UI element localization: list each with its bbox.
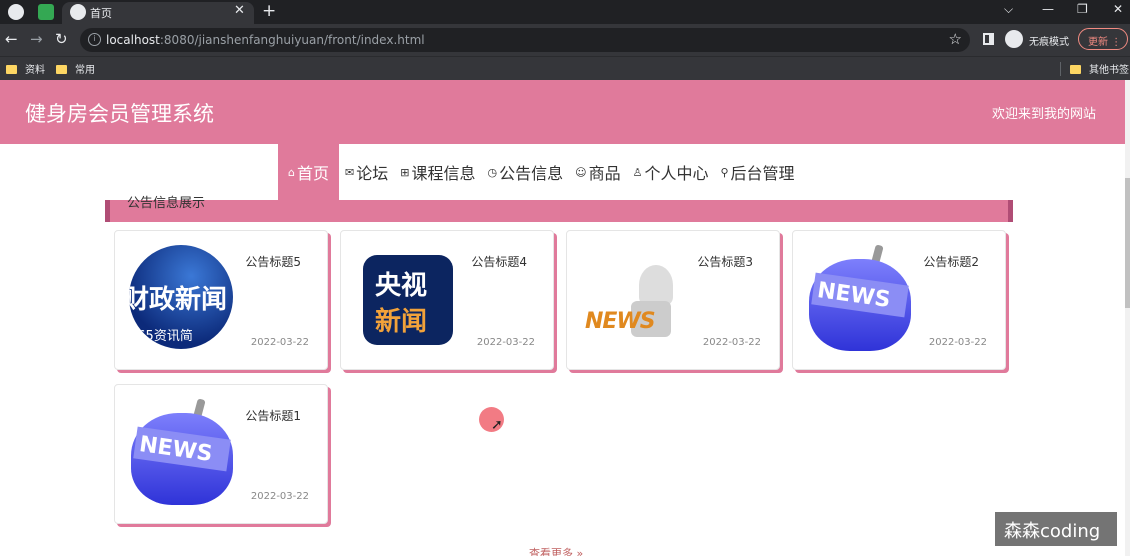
browser-tab-bar: 首页 ✕ + ⌵ — ❐ ✕: [0, 0, 1130, 24]
notice-title[interactable]: 公告标题1: [245, 407, 301, 424]
watermark: 森森coding: [995, 512, 1117, 546]
notice-date: 2022-03-22: [702, 337, 761, 348]
reload-icon[interactable]: ↻: [55, 30, 68, 48]
forward-arrow-icon[interactable]: →: [30, 30, 43, 48]
news-apple-image: NEWS: [807, 245, 911, 353]
page-viewport: 健身房会员管理系统 欢迎来到我的网站 ⌂ 首页 ✉ 论坛 ⊞ 课程信息 ◷ 公告信息 ☺…: [0, 80, 1130, 556]
sheets-tab-icon[interactable]: [38, 4, 54, 20]
nav-courses[interactable]: ⊞ 课程信息: [394, 144, 481, 200]
mouse-cursor-icon: ➚: [491, 417, 503, 433]
nav-goods[interactable]: ☺ 商品: [569, 144, 626, 200]
main-nav: ⌂ 首页 ✉ 论坛 ⊞ 课程信息 ◷ 公告信息 ☺ 商品 ♙ 个人中心 ⚲ 后台管理: [278, 144, 801, 200]
incognito-label: 无痕模式: [1029, 37, 1069, 48]
bookmark-folder-ziliao[interactable]: 资料: [6, 61, 45, 76]
notice-thumbnail[interactable]: NEWS: [129, 399, 235, 507]
smile-icon: ☺: [575, 165, 587, 179]
notice-title[interactable]: 公告标题4: [471, 253, 527, 270]
view-more-link[interactable]: 查看更多 »: [529, 545, 583, 556]
bookmarks-bar: 资料 常用 其他书签: [0, 56, 1130, 80]
notice-card[interactable]: 财政新闻 365资讯简 公告标题5 2022-03-22: [114, 230, 328, 370]
nav-home[interactable]: ⌂ 首页: [278, 144, 339, 200]
news-apple-image: NEWS: [129, 399, 233, 507]
notice-card[interactable]: NEWS 公告标题2 2022-03-22: [792, 230, 1006, 370]
tab-search-icon[interactable]: ⌵: [1004, 2, 1013, 17]
folder-icon: [6, 65, 17, 74]
other-bookmarks[interactable]: 其他书签: [1070, 61, 1129, 76]
home-icon: ⌂: [288, 165, 295, 179]
news-figure-image: NEWS: [581, 245, 687, 353]
nav-forum[interactable]: ✉ 论坛: [339, 144, 394, 200]
notice-title[interactable]: 公告标题5: [245, 253, 301, 270]
grid-icon: ⊞: [400, 165, 410, 179]
tab-title: 首页: [90, 7, 112, 20]
notice-thumbnail[interactable]: NEWS: [581, 245, 687, 353]
user-icon: ♙: [632, 165, 643, 179]
site-title: 健身房会员管理系统: [25, 102, 214, 126]
cctv-news-logo: 央视 新闻: [363, 255, 453, 345]
update-button[interactable]: 更新 ⋮: [1078, 28, 1128, 50]
scrollbar-thumb[interactable]: [1125, 178, 1130, 308]
url-text[interactable]: localhost:8080/jianshenfanghuiyuan/front…: [106, 33, 425, 47]
nav-admin[interactable]: ⚲ 后台管理: [714, 144, 800, 200]
tab-favicon-icon: [70, 4, 86, 20]
back-arrow-icon[interactable]: ←: [5, 30, 18, 48]
site-header: 健身房会员管理系统 欢迎来到我的网站: [0, 80, 1125, 144]
notice-date: 2022-03-22: [250, 491, 309, 502]
notice-date: 2022-03-22: [250, 337, 309, 348]
incognito-icon[interactable]: [1005, 30, 1023, 48]
notice-card[interactable]: 央视 新闻 公告标题4 2022-03-22: [340, 230, 554, 370]
minimize-button[interactable]: —: [1042, 2, 1054, 16]
section-header: 公告信息展示: [105, 196, 1013, 222]
link-icon: ⚲: [720, 165, 729, 179]
notice-thumbnail[interactable]: 财政新闻 365资讯简: [129, 245, 235, 353]
page-scrollbar[interactable]: [1125, 80, 1130, 556]
notice-title[interactable]: 公告标题3: [697, 253, 753, 270]
bookmark-folder-changyong[interactable]: 常用: [56, 61, 95, 76]
notice-card[interactable]: NEWS 公告标题1 2022-03-22: [114, 384, 328, 524]
restore-button[interactable]: ❐: [1077, 2, 1088, 16]
close-window-button[interactable]: ✕: [1113, 2, 1123, 16]
notice-thumbnail[interactable]: 央视 新闻: [355, 245, 461, 353]
notice-card[interactable]: NEWS 公告标题3 2022-03-22: [566, 230, 780, 370]
info-icon[interactable]: i: [88, 33, 101, 46]
notice-date: 2022-03-22: [928, 337, 987, 348]
folder-icon: [56, 65, 67, 74]
nav-notices[interactable]: ◷ 公告信息: [481, 144, 569, 200]
mail-icon: ✉: [345, 165, 355, 179]
notice-title[interactable]: 公告标题2: [923, 253, 979, 270]
tab-close-icon[interactable]: ✕: [234, 3, 245, 18]
side-panel-icon[interactable]: [983, 33, 994, 45]
notice-date: 2022-03-22: [476, 337, 535, 348]
nav-profile[interactable]: ♙ 个人中心: [627, 144, 715, 200]
address-bar[interactable]: i localhost:8080/jianshenfanghuiyuan/fro…: [80, 28, 970, 52]
notice-thumbnail[interactable]: NEWS: [807, 245, 913, 353]
welcome-text: 欢迎来到我的网站: [991, 107, 1096, 122]
bookmarks-divider: [1060, 62, 1061, 76]
section-title: 公告信息展示: [127, 196, 206, 211]
browser-toolbar: ← → ↻ i localhost:8080/jianshenfanghuiyu…: [0, 24, 1130, 56]
folder-icon: [1070, 65, 1081, 74]
news-thumb-image: 财政新闻 365资讯简: [129, 245, 233, 349]
bookmark-star-icon[interactable]: ☆: [949, 30, 962, 48]
new-tab-button[interactable]: +: [262, 1, 276, 21]
globe-icon[interactable]: [8, 4, 24, 20]
clock-icon: ◷: [487, 165, 498, 179]
